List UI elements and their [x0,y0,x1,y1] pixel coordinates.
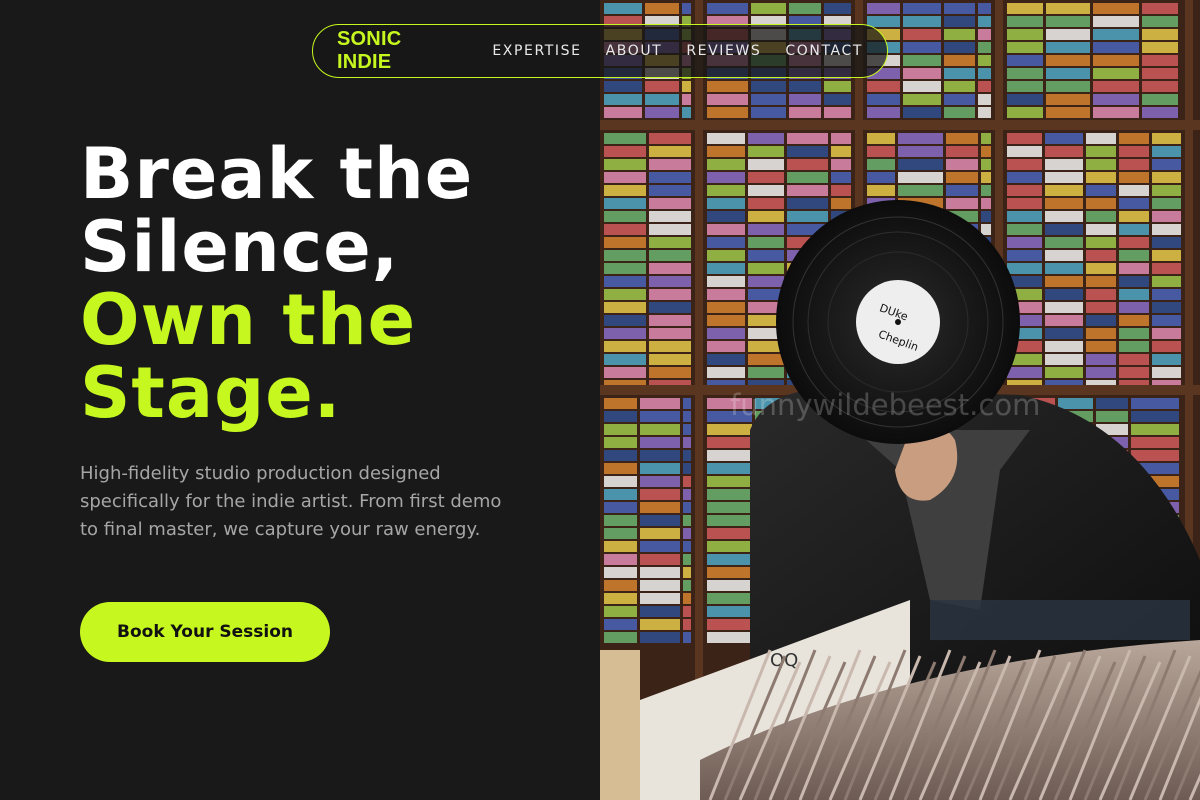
headline-line-4: Stage. [80,352,342,434]
hero-photo: DUke Cheplin OQ funnywildebeest.com [600,0,1200,800]
headline-line-2: Silence, [80,206,400,288]
hero-description: High-fidelity studio production designed… [80,463,502,540]
nav-link-reviews[interactable]: REVIEWS [686,43,761,59]
brand-logo[interactable]: SONIC INDIE [337,28,460,74]
hero-headline: Break the Silence, Own the Stage. [80,138,580,430]
top-nav: SONIC INDIE EXPERTISE ABOUT REVIEWS CONT… [312,24,888,78]
record-store-photo: DUke Cheplin OQ funnywildebeest.com [600,0,1200,800]
book-session-button[interactable]: Book Your Session [80,602,330,662]
watermark-text: funnywildebeest.com [730,388,1040,422]
headline-line-3: Own the [80,279,417,361]
nav-link-contact[interactable]: CONTACT [785,43,863,59]
hero-content: Break the Silence, Own the Stage. High-f… [80,138,580,544]
nav-link-expertise[interactable]: EXPERTISE [492,43,581,59]
nav-link-about[interactable]: ABOUT [606,43,663,59]
headline-line-1: Break the [80,133,474,215]
